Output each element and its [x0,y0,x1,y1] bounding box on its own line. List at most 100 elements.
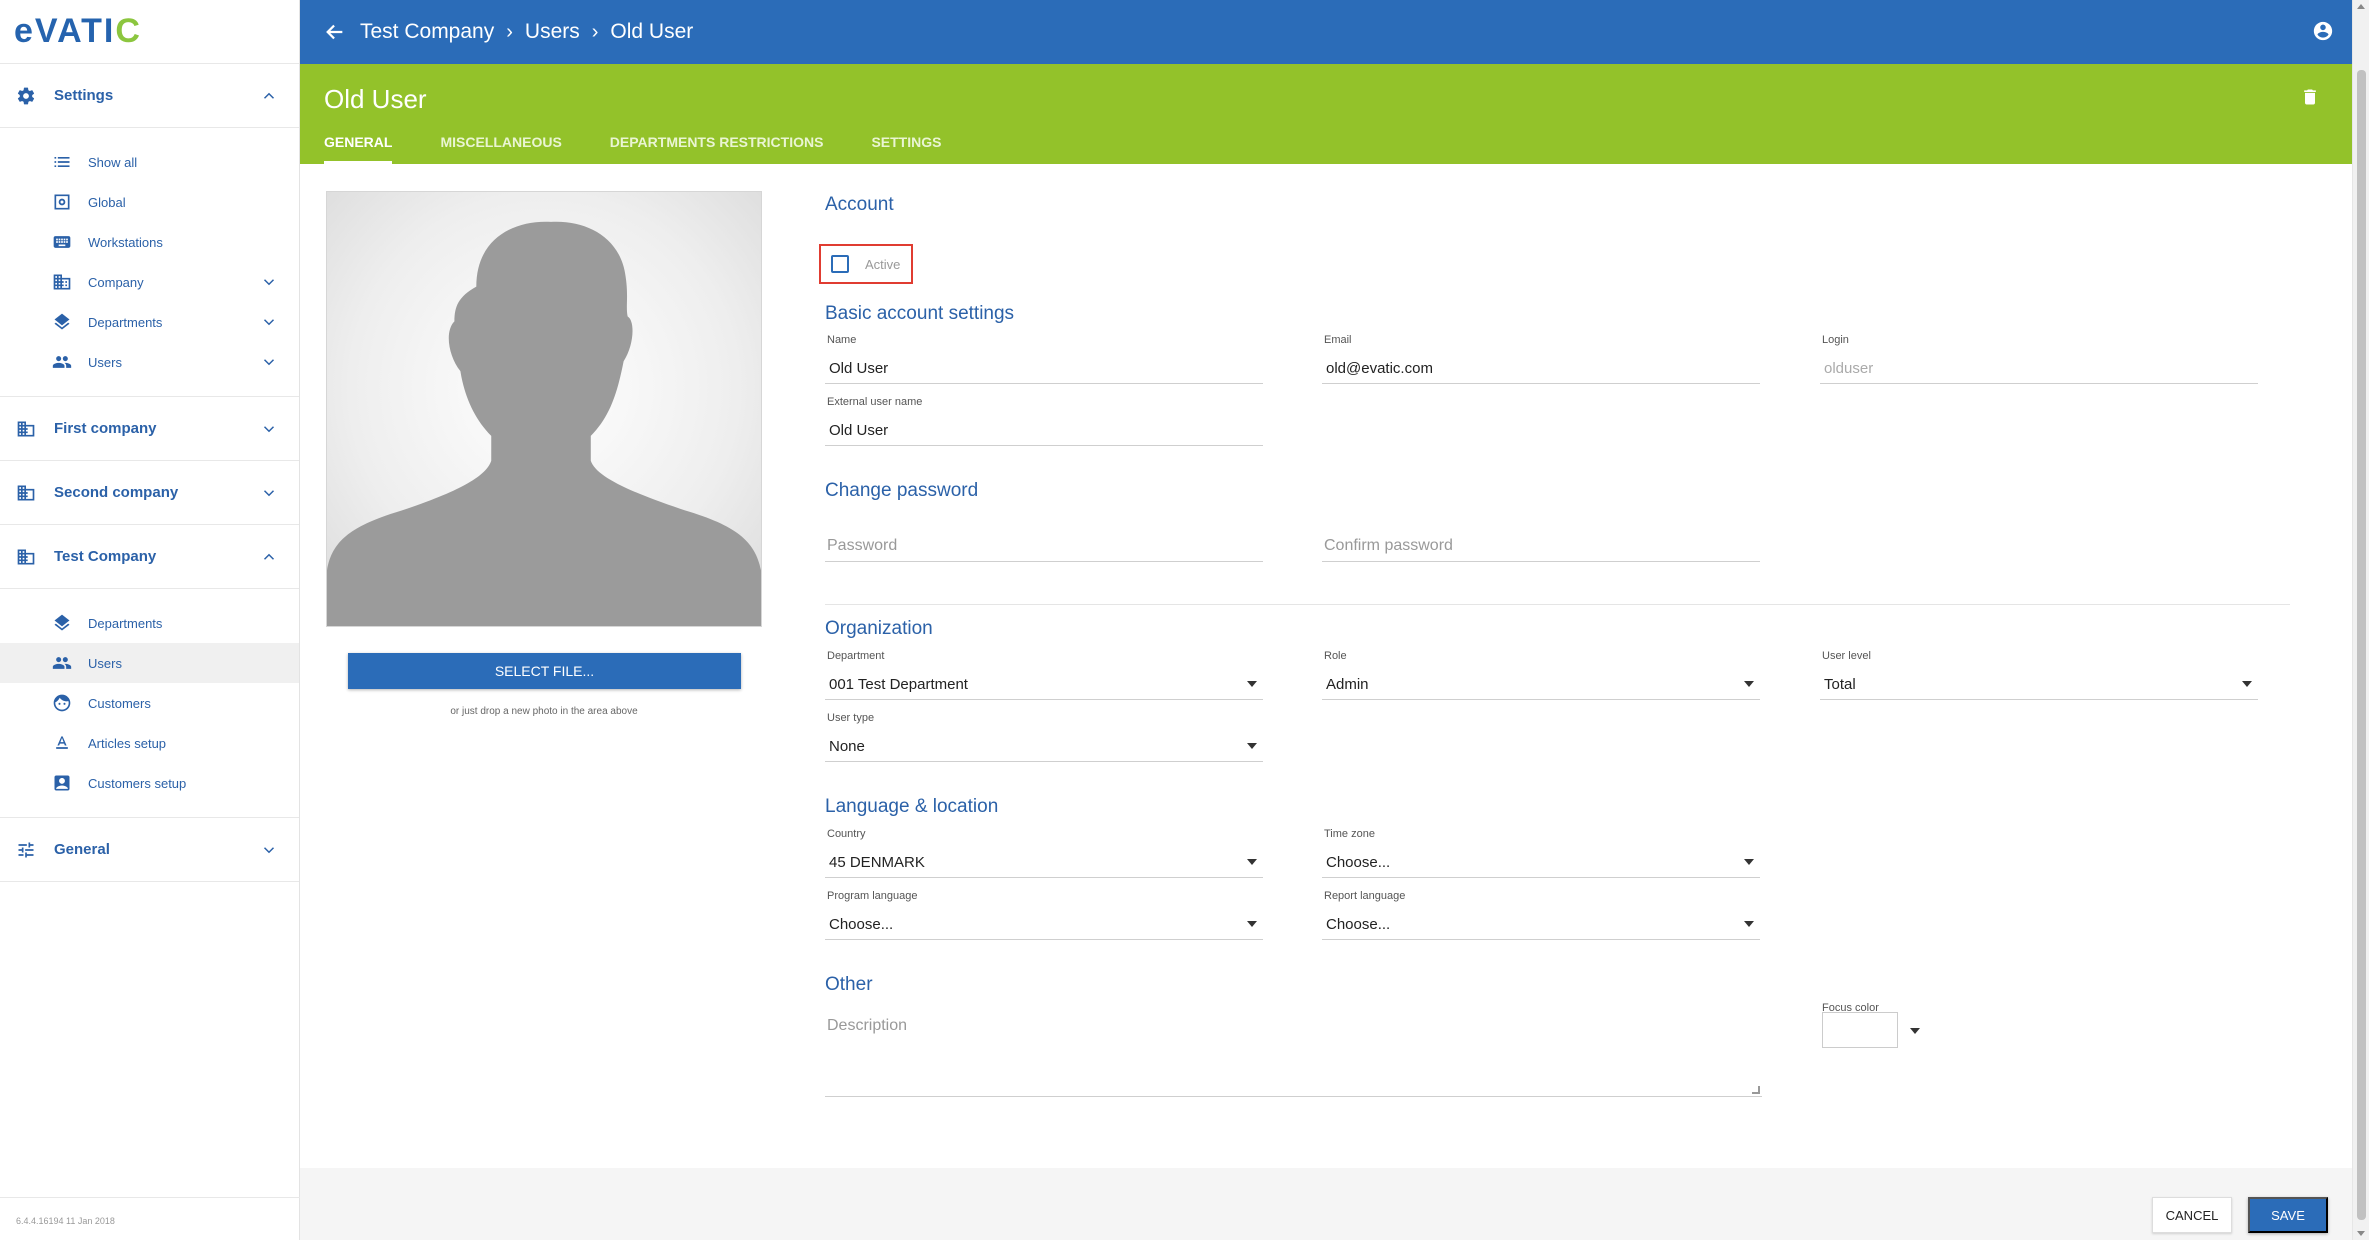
field-value: olduser [1824,360,1874,377]
section-title-organization: Organization [825,618,933,639]
sidebar-section-settings[interactable]: Settings [0,64,299,128]
top-bar: Test Company › Users › Old User [300,0,2352,64]
tab-general[interactable]: GENERAL [324,134,393,164]
chevron-down-icon [259,840,279,860]
field-value: Total [1824,676,1856,693]
user-type-select[interactable]: User type None [825,712,1263,762]
tab-miscellaneous[interactable]: MISCELLANEOUS [440,134,561,164]
field-label: Login [1822,334,1849,346]
program-language-select[interactable]: Program language Choose... [825,890,1263,940]
sidebar-section-test-company[interactable]: Test Company [0,525,299,589]
sidebar-item-label: Workstations [88,234,163,250]
role-select[interactable]: Role Admin [1322,650,1760,700]
people-icon [52,352,72,372]
field-label: Role [1324,650,1347,662]
back-arrow-icon[interactable] [324,21,346,43]
sidebar-item-label: Show all [88,154,138,170]
sidebar-item-global[interactable]: Global [0,182,299,222]
sidebar-item-departments[interactable]: Departments [0,302,299,342]
field-label: Time zone [1324,828,1375,840]
breadcrumb-users[interactable]: Users [525,20,580,44]
scrollbar-thumb[interactable] [2357,70,2366,1220]
building-icon [52,272,72,292]
layers-icon [52,312,72,332]
breadcrumb-company[interactable]: Test Company [360,20,494,44]
select-file-button[interactable]: SELECT FILE... [348,653,741,689]
tab-departments-restrictions[interactable]: DEPARTMENTS RESTRICTIONS [610,134,824,164]
save-button[interactable]: SAVE [2248,1197,2328,1233]
tune-icon [16,840,36,860]
building-icon [16,419,36,439]
field-label: External user name [827,396,923,408]
section-title-account: Account [825,194,894,215]
field-label: User level [1822,650,1871,662]
building-icon [16,483,36,503]
logo-text: eVATIC [14,12,142,50]
sidebar-section-label: Test Company [54,548,157,565]
scroll-down-icon[interactable] [2357,1231,2365,1236]
dropdown-arrow-icon[interactable] [1910,1028,1920,1034]
test-company-submenu: Departments Users Customers Articles set… [0,589,299,818]
external-user-name-field[interactable]: External user name Old User [825,396,1263,446]
sidebar-item-workstations[interactable]: Workstations [0,222,299,262]
sidebar-item-label: Users [88,655,122,671]
page-title: Old User [324,84,427,114]
name-field[interactable]: Name Old User [825,334,1263,384]
time-zone-select[interactable]: Time zone Choose... [1322,828,1760,878]
field-value: old@evatic.com [1326,360,1433,377]
building-icon [16,547,36,567]
sidebar-item-customers-setup[interactable]: Customers setup [0,763,299,803]
section-title-basic: Basic account settings [825,303,1015,324]
version-divider [0,1197,300,1198]
dropdown-arrow-icon [1247,743,1257,749]
sidebar-item-label: Departments [88,314,163,330]
face-icon [52,693,72,713]
dropdown-arrow-icon [1247,921,1257,927]
active-checkbox-group[interactable]: Active [819,244,913,284]
sidebar-item-label: Customers setup [88,775,187,791]
delete-icon[interactable] [2300,86,2320,113]
focus-color-picker[interactable]: Focus color [1822,998,1920,1048]
sidebar-item-label: Users [88,354,122,370]
sidebar-section-second-company[interactable]: Second company [0,461,299,525]
email-field[interactable]: Email old@evatic.com [1322,334,1760,384]
confirm-password-field[interactable]: Confirm password [1322,514,1760,562]
sidebar-item-show-all[interactable]: Show all [0,142,299,182]
sidebar-item-users[interactable]: Users [0,342,299,382]
field-value: 001 Test Department [829,676,968,693]
sidebar-item-departments[interactable]: Departments [0,603,299,643]
sidebar-section-label: First company [54,420,157,437]
dropdown-arrow-icon [1247,859,1257,865]
sidebar-item-label: Departments [88,615,163,631]
sidebar-item-label: Global [88,194,126,210]
country-select[interactable]: Country 45 DENMARK [825,828,1263,878]
field-value: 45 DENMARK [829,854,925,871]
sidebar-item-company[interactable]: Company [0,262,299,302]
user-level-select[interactable]: User level Total [1820,650,2258,700]
tab-settings[interactable]: SETTINGS [871,134,941,164]
chevron-down-icon [259,352,279,372]
page-scrollbar[interactable] [2352,0,2369,1240]
sidebar-section-general[interactable]: General [0,818,299,882]
report-language-select[interactable]: Report language Choose... [1322,890,1760,940]
logo[interactable]: eVATIC [0,0,299,64]
department-select[interactable]: Department 001 Test Department [825,650,1263,700]
account-circle-icon[interactable] [2312,20,2334,47]
photo-drop-area[interactable] [326,191,762,627]
sidebar-item-users[interactable]: Users [0,643,299,683]
sidebar-item-articles-setup[interactable]: Articles setup [0,723,299,763]
field-label: Program language [827,890,918,902]
description-textarea[interactable]: Description [825,1007,1762,1097]
scroll-up-icon[interactable] [2357,4,2365,9]
cancel-button[interactable]: CANCEL [2152,1197,2232,1233]
sidebar-item-customers[interactable]: Customers [0,683,299,723]
resize-handle-icon[interactable] [1752,1086,1760,1094]
chevron-up-icon [259,547,279,567]
global-settings-icon [52,192,72,212]
sidebar-section-first-company[interactable]: First company [0,397,299,461]
active-checkbox[interactable] [831,255,849,273]
password-field[interactable]: Password [825,514,1263,562]
sidebar: eVATIC Settings Show all Global Workstat… [0,0,300,1240]
color-swatch[interactable] [1822,1012,1898,1048]
list-icon [52,152,72,172]
